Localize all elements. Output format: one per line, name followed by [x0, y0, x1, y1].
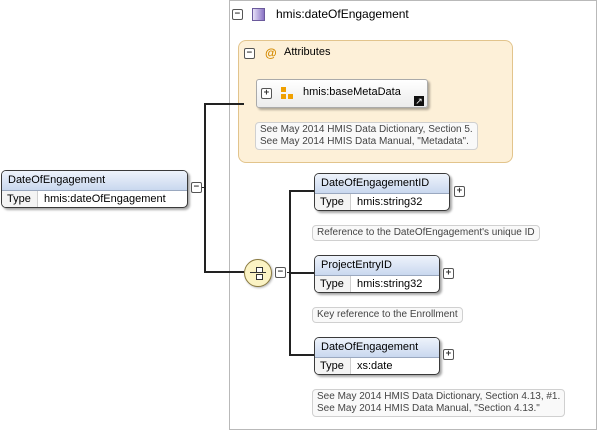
collapse-minus-icon[interactable]: −	[275, 267, 286, 278]
connector-line	[204, 104, 206, 272]
root-element[interactable]: DateOfEngagement Type hmis:dateOfEngagem…	[1, 170, 188, 208]
element-type-row: Type hmis:string32	[315, 276, 439, 292]
expand-plus-icon[interactable]: +	[443, 268, 454, 279]
type-title: hmis:dateOfEngagement	[276, 7, 409, 21]
connector-line	[289, 272, 314, 274]
element-note: Reference to the DateOfEngagement's uniq…	[312, 225, 540, 241]
collapse-minus-icon[interactable]: −	[191, 182, 202, 193]
expand-plus-icon[interactable]: +	[454, 186, 465, 197]
attribute-group-icon	[281, 87, 294, 100]
collapse-minus-icon[interactable]: −	[244, 48, 255, 59]
sequence-compositor-icon[interactable]	[244, 259, 272, 287]
attribute-group-label: hmis:baseMetaData	[303, 86, 401, 98]
element-note: Key reference to the Enrollment	[312, 307, 463, 323]
collapse-minus-icon[interactable]: −	[232, 9, 243, 20]
child-element[interactable]: DateOfEngagementID Type hmis:string32	[314, 173, 450, 211]
connector-line	[289, 190, 314, 192]
element-type-row: Type xs:date	[315, 358, 439, 374]
attributes-note: See May 2014 HMIS Data Dictionary, Secti…	[255, 122, 478, 150]
element-name: DateOfEngagement	[2, 171, 187, 191]
link-arrow-icon[interactable]: ↗	[414, 96, 424, 106]
attribute-at-icon: @	[265, 46, 277, 60]
attributes-label: Attributes	[284, 46, 331, 58]
connector-line	[204, 103, 244, 105]
element-note: See May 2014 HMIS Data Dictionary, Secti…	[312, 389, 566, 417]
connector-line	[204, 271, 244, 273]
attribute-group-ref[interactable]: + hmis:baseMetaData ↗	[256, 79, 428, 108]
child-element[interactable]: ProjectEntryID Type hmis:string32	[314, 255, 440, 293]
element-type-row: Type hmis:string32	[315, 194, 449, 210]
element-name: DateOfEngagement	[315, 338, 439, 358]
element-name: ProjectEntryID	[315, 256, 439, 276]
element-type-row: Type hmis:dateOfEngagement	[2, 191, 187, 207]
complex-type-icon	[252, 8, 265, 21]
expand-plus-icon[interactable]: +	[443, 349, 454, 360]
element-name: DateOfEngagementID	[315, 174, 449, 194]
connector-line	[289, 354, 314, 356]
expand-plus-icon[interactable]: +	[261, 88, 272, 99]
child-element[interactable]: DateOfEngagement Type xs:date	[314, 337, 440, 375]
